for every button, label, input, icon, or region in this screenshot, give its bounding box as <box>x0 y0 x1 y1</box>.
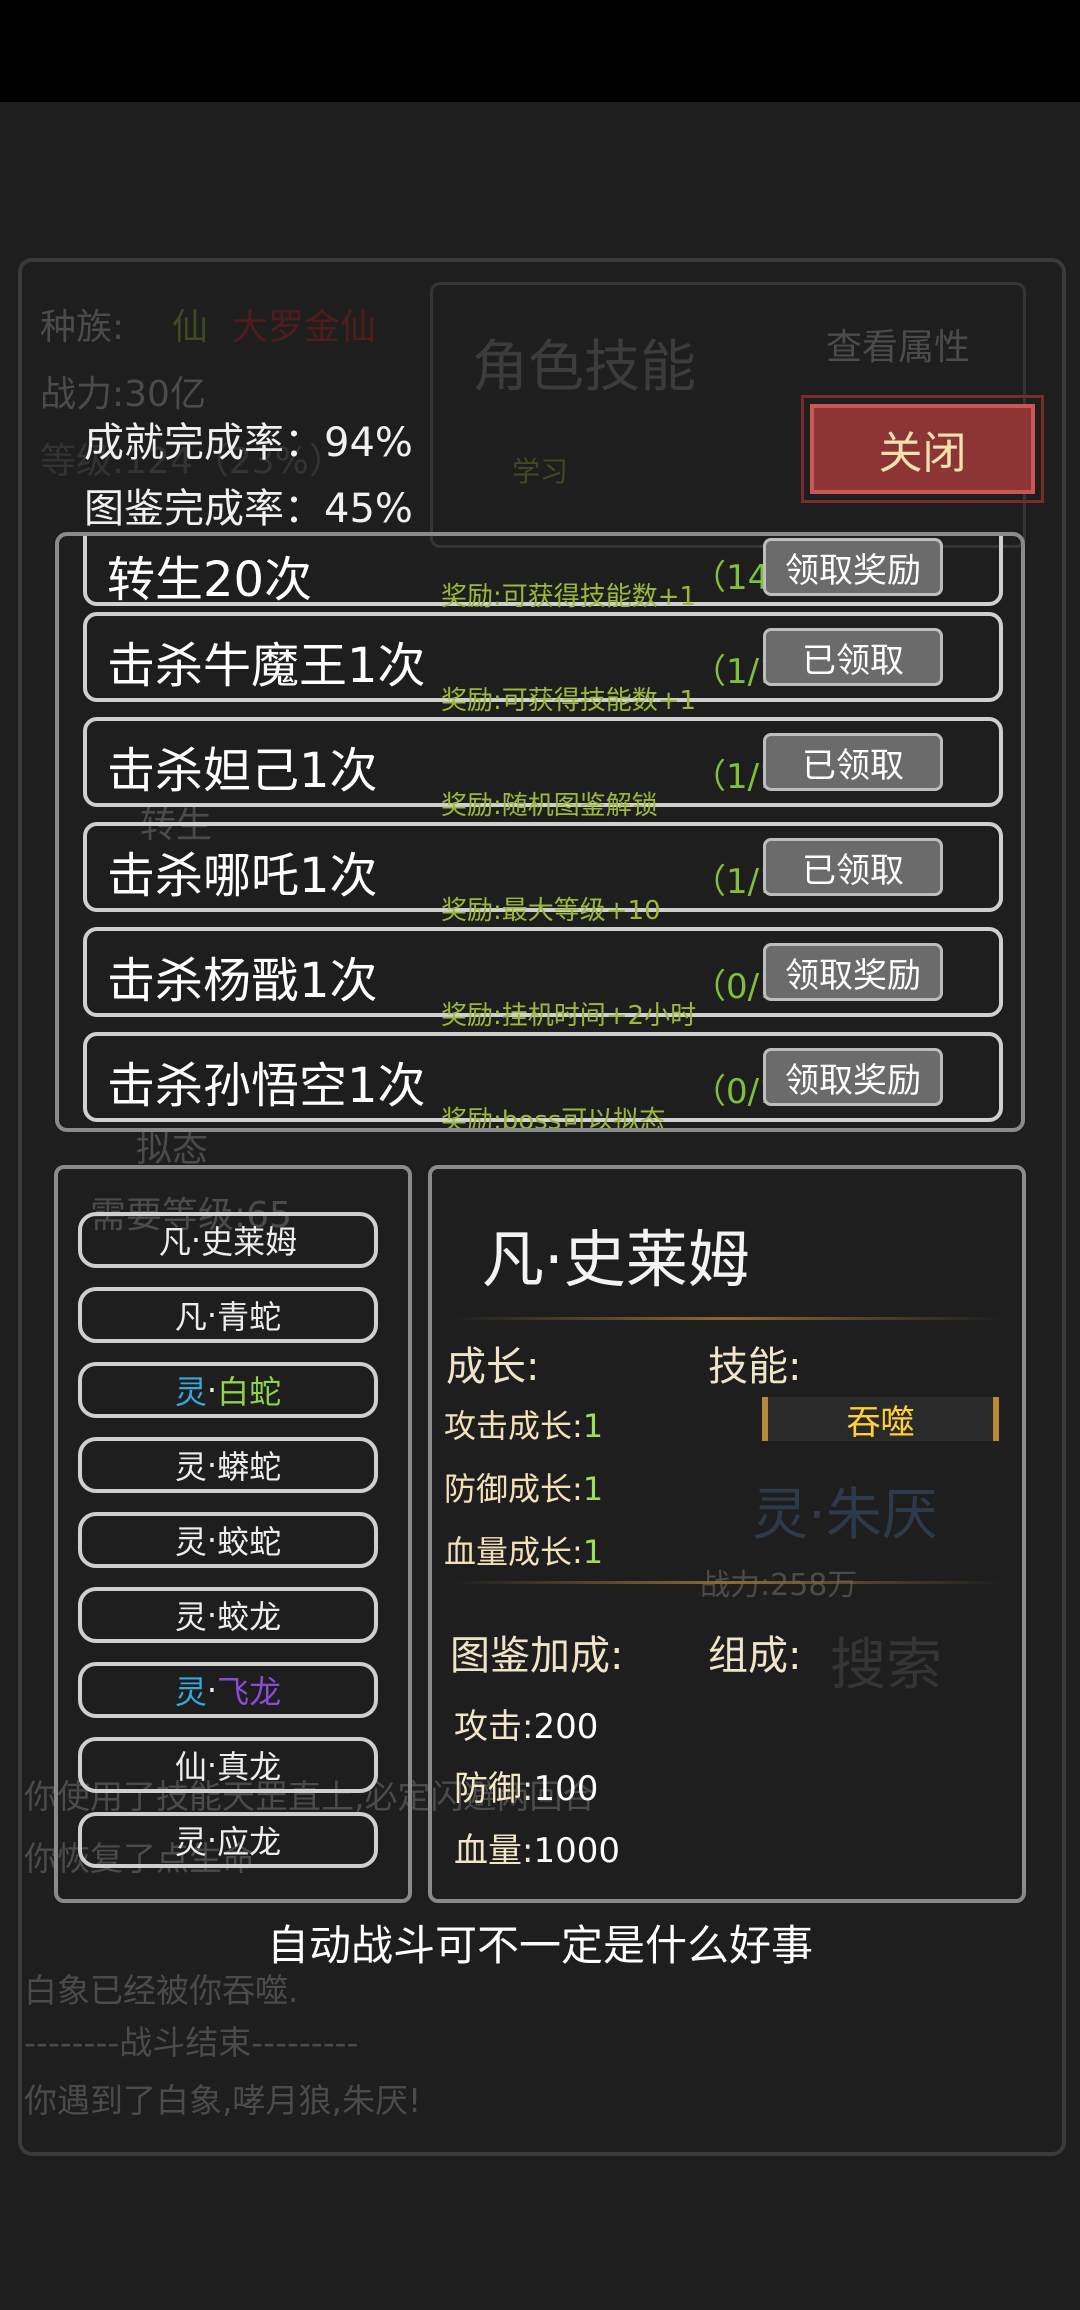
divider <box>452 1317 1002 1320</box>
attack-growth: 攻击成长:1 <box>444 1401 603 1447</box>
bonus-defense: 防御:100 <box>454 1761 598 1810</box>
skill-label: 技能: <box>708 1344 802 1390</box>
monster-name: 飞龙 <box>217 1673 282 1711</box>
claim-reward-button[interactable]: 领取奖励 <box>763 538 943 596</box>
monster-name: 蛟蛇 <box>217 1523 282 1561</box>
bg-log-line: 你遇到了白象,哮月狼,朱厌! <box>24 2081 422 2120</box>
achievement-title: 转生20次 <box>107 552 313 608</box>
achievement-title: 击杀杨戬1次 <box>107 953 378 1009</box>
monster-name: 蟒蛇 <box>217 1448 282 1486</box>
attack-growth-label: 攻击成长: <box>444 1407 583 1445</box>
monster-name: 白蛇 <box>217 1373 282 1411</box>
monster-prefix: 仙 <box>174 1748 207 1786</box>
bonus-hp: 血量:1000 <box>454 1823 620 1872</box>
monster-name: 真龙 <box>217 1748 282 1786</box>
achievement-rate: 成就完成率：94% <box>84 420 413 466</box>
monster-name: 应龙 <box>217 1823 282 1861</box>
monster-prefix: 灵 <box>174 1523 207 1561</box>
hp-growth-label: 血量成长: <box>444 1533 583 1571</box>
monster-item-ying-dragon[interactable]: 灵 · 应龙 <box>78 1812 378 1868</box>
bonus-hp-value: 1000 <box>533 1831 620 1871</box>
skill-devour-badge[interactable]: 吞噬 <box>762 1397 999 1443</box>
bg-log-line: --------战斗结束--------- <box>24 2023 359 2062</box>
monster-prefix: 灵 <box>174 1673 207 1711</box>
bg-skill-learn: 学习 <box>512 455 569 488</box>
bonus-hp-label: 血量: <box>454 1831 534 1871</box>
compose-label: 组成: <box>708 1633 802 1679</box>
monster-item-jiao-snake[interactable]: 灵 · 蛟蛇 <box>78 1512 378 1568</box>
monster-name: 史莱姆 <box>201 1223 298 1261</box>
bonus-attack: 攻击:200 <box>454 1699 598 1748</box>
achievement-reward: 奖励:最大等级+10 <box>441 896 661 926</box>
tip-caption: 自动战斗可不一定是什么好事 <box>266 1921 813 1970</box>
monster-name: 青蛇 <box>217 1298 282 1336</box>
atlas-bonus-label: 图鉴加成: <box>450 1633 624 1679</box>
bonus-attack-value: 200 <box>533 1707 599 1747</box>
defense-growth-label: 防御成长: <box>444 1470 583 1508</box>
claimed-button[interactable]: 已领取 <box>763 628 943 686</box>
achievement-title: 击杀牛魔王1次 <box>107 638 426 694</box>
monster-prefix: 灵 <box>174 1823 207 1861</box>
defense-growth-value: 1 <box>582 1470 604 1508</box>
monster-prefix: 灵 <box>174 1448 207 1486</box>
achievement-reward: 奖励:挂机时间+2小时 <box>441 1001 697 1031</box>
bg-race-realm: 大罗金仙 <box>232 307 377 348</box>
bg-skills-title: 角色技能 <box>472 335 696 400</box>
monster-item-jiao-dragon[interactable]: 灵 · 蛟龙 <box>78 1587 378 1643</box>
monster-prefix: 灵 <box>174 1373 207 1411</box>
defense-growth: 防御成长:1 <box>444 1464 603 1510</box>
achievement-title: 击杀妲己1次 <box>107 743 378 799</box>
monster-prefix: 凡 <box>158 1223 191 1261</box>
monster-item-white-snake[interactable]: 灵 · 白蛇 <box>78 1362 378 1418</box>
bg-view-attrs: 查看属性 <box>826 327 971 368</box>
achievement-reward: 奖励:可获得技能数+1 <box>441 582 697 612</box>
monster-list[interactable]: 凡 · 史莱姆 凡 · 青蛇 灵 · 白蛇 灵 · 蟒蛇 灵 · 蛟蛇 灵 · 蛟龙 灵 · 飞龙 仙 · 真龙… <box>54 1165 412 1903</box>
monster-item-true-dragon[interactable]: 仙 · 真龙 <box>78 1737 378 1793</box>
achievement-title: 击杀孙悟空1次 <box>107 1058 426 1114</box>
bonus-attack-label: 攻击: <box>454 1707 534 1747</box>
monster-prefix: 凡 <box>174 1298 207 1336</box>
achievement-list[interactable]: 转生20次 （14/20） 领取奖励 奖励:可获得技能数+1 击杀牛魔王1次 （… <box>55 532 1025 1132</box>
achievement-reward: 奖励:可获得技能数+1 <box>441 686 697 716</box>
bg-race-value: 仙 <box>172 307 209 348</box>
monster-item-flying-dragon[interactable]: 灵 · 飞龙 <box>78 1662 378 1718</box>
achievement-reward: 奖励:boss可以拟态 <box>441 1106 666 1132</box>
atlas-rate: 图鉴完成率：45% <box>84 486 413 532</box>
close-button[interactable]: 关闭 <box>801 395 1044 503</box>
monster-name: 蛟龙 <box>217 1598 282 1636</box>
hp-growth: 血量成长:1 <box>444 1527 603 1573</box>
monster-prefix: 灵 <box>174 1598 207 1636</box>
monster-item-python[interactable]: 灵 · 蟒蛇 <box>78 1437 378 1493</box>
bonus-defense-value: 100 <box>533 1769 599 1809</box>
divider <box>452 1581 1002 1584</box>
hp-growth-value: 1 <box>582 1533 604 1571</box>
achievement-reward: 奖励:随机图鉴解锁 <box>441 791 658 821</box>
status-bar <box>0 0 1080 102</box>
achievement-title: 击杀哪吒1次 <box>107 848 378 904</box>
monster-detail: 凡·史莱姆 成长: 技能: 攻击成长:1 防御成长:1 血量成长:1 吞噬 图鉴… <box>428 1165 1026 1903</box>
monster-detail-name: 凡·史莱姆 <box>482 1223 750 1296</box>
growth-label: 成长: <box>446 1344 540 1390</box>
monster-item-slime[interactable]: 凡 · 史莱姆 <box>78 1212 378 1268</box>
claimed-button[interactable]: 已领取 <box>763 733 943 791</box>
bg-race-label: 种族: <box>40 307 125 348</box>
claimed-button[interactable]: 已领取 <box>763 838 943 896</box>
bonus-defense-label: 防御: <box>454 1769 534 1809</box>
monster-item-green-snake[interactable]: 凡 · 青蛇 <box>78 1287 378 1343</box>
claim-reward-button[interactable]: 领取奖励 <box>763 1048 943 1106</box>
attack-growth-value: 1 <box>582 1407 604 1445</box>
claim-reward-button[interactable]: 领取奖励 <box>763 943 943 1001</box>
